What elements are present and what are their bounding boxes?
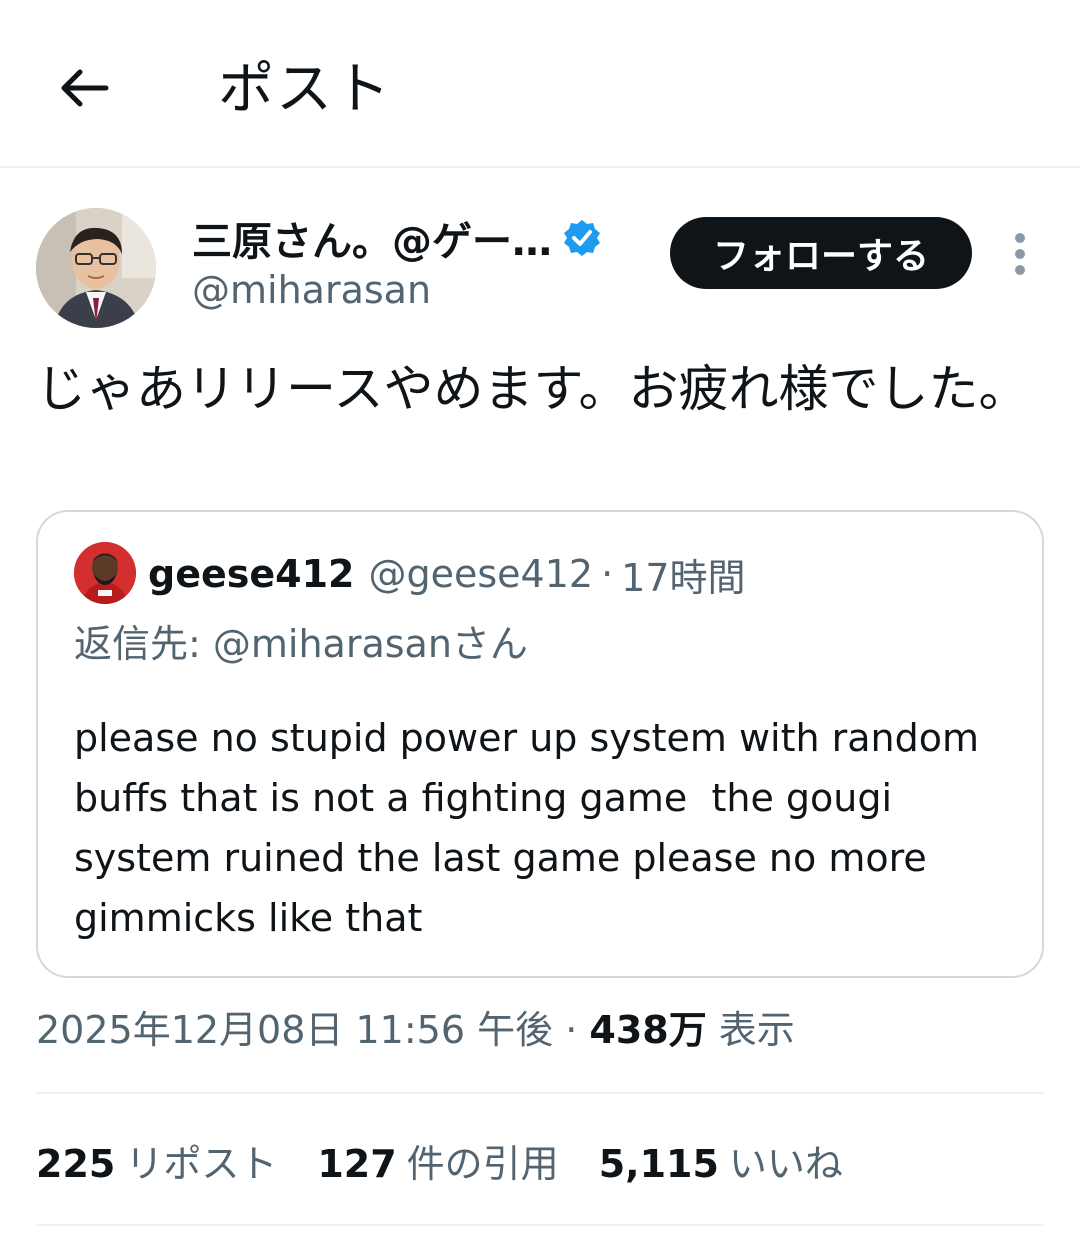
quotes-count: 127 [317, 1142, 397, 1186]
quoted-header: geese412 @geese412 · 17時間 [148, 548, 746, 600]
quotes-stat[interactable]: 127 件の引用 [317, 1138, 558, 1190]
separator-dot: · [565, 1008, 578, 1052]
author-handle[interactable]: @miharasan [192, 266, 431, 314]
likes-stat[interactable]: 5,115 いいね [599, 1138, 843, 1190]
post-datetime[interactable]: 2025年12月08日 11:56 午後 [36, 1008, 553, 1052]
reposts-stat[interactable]: 225 リポスト [36, 1138, 277, 1190]
divider [36, 1224, 1044, 1226]
separator-dot: · [601, 552, 614, 596]
quoted-post[interactable]: geese412 @geese412 · 17時間 返信先: @miharasa… [36, 510, 1044, 978]
reply-to-label: 返信先: @miharasanさん [74, 622, 528, 666]
author-name-row[interactable]: 三原さん。@ゲー… [192, 209, 602, 267]
arrow-left-icon [61, 69, 109, 107]
author-avatar[interactable] [36, 208, 156, 328]
post-meta: 2025年12月08日 11:56 午後 · 438万 表示 [36, 1004, 795, 1056]
post-text: じゃあリリースやめます。お疲れ様でした。 [36, 360, 1029, 418]
avatar-image [36, 208, 156, 328]
more-options-button[interactable] [996, 230, 1044, 278]
quoted-avatar-image [74, 542, 136, 604]
verified-badge-icon [564, 220, 600, 256]
engagement-stats: 225 リポスト 127 件の引用 5,115 いいね [36, 1138, 883, 1190]
page-title: ポスト [218, 57, 392, 122]
views-count: 438万 [589, 1008, 707, 1052]
likes-label: いいね [728, 1142, 843, 1186]
quoted-author-name[interactable]: geese412 [148, 552, 354, 596]
quoted-timestamp[interactable]: 17時間 [621, 547, 745, 602]
quoted-text: please no stupid power up system with ra… [74, 716, 992, 940]
reposts-count: 225 [36, 1142, 116, 1186]
quoted-author-avatar[interactable] [74, 542, 136, 604]
reposts-label: リポスト [125, 1142, 278, 1186]
quoted-author-handle[interactable]: @geese412 [368, 552, 593, 596]
divider [36, 1092, 1044, 1094]
views-label: 表示 [718, 1008, 795, 1052]
likes-count: 5,115 [598, 1142, 719, 1186]
author-display-name[interactable]: 三原さん。@ゲー… [192, 209, 552, 267]
back-button[interactable] [46, 50, 122, 126]
top-bar: ポスト [0, 0, 1080, 168]
follow-button[interactable]: フォローする [670, 217, 972, 289]
more-vertical-icon [1015, 233, 1025, 275]
quotes-label: 件の引用 [406, 1142, 559, 1186]
